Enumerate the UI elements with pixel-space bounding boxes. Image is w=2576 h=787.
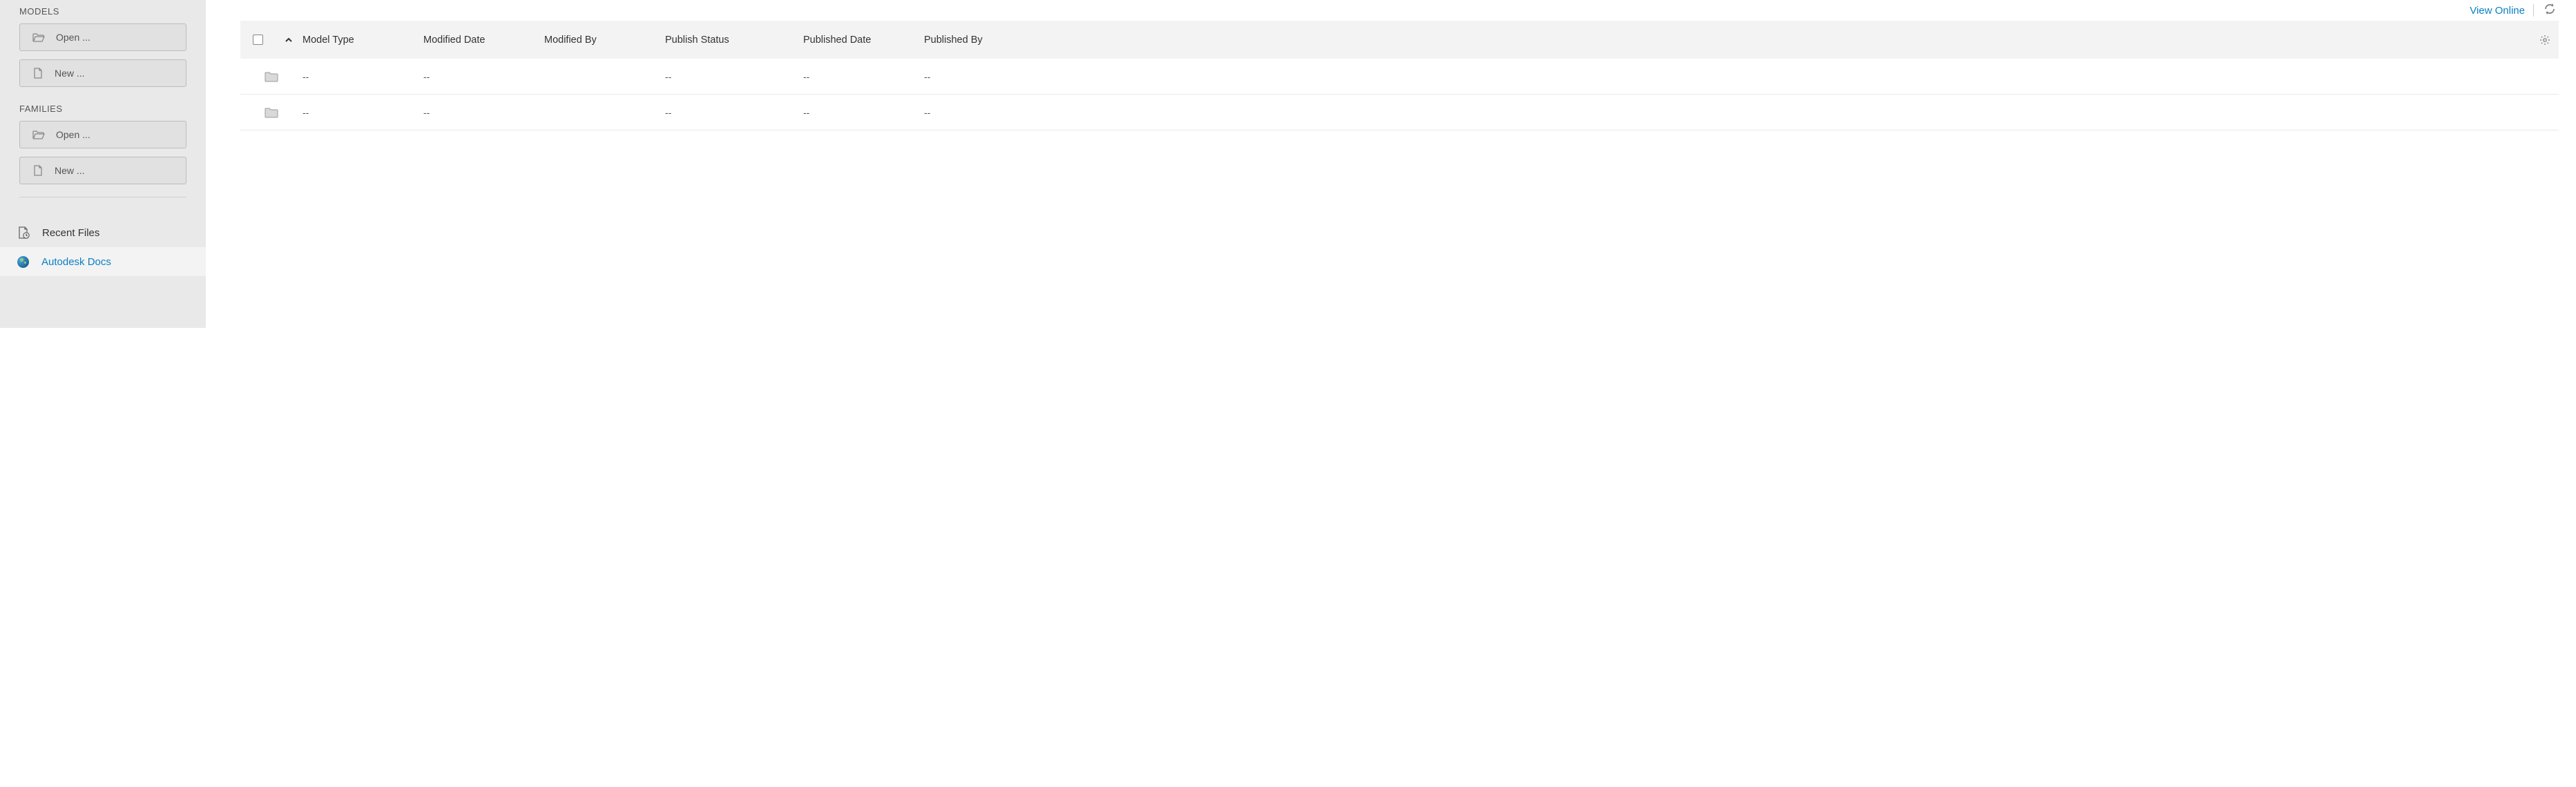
gear-icon [2539,35,2550,46]
col-modified-by[interactable]: Modified By [544,35,665,46]
new-family-label: New ... [55,165,85,176]
main-content: View Online Model Type Modified Date Mod… [206,0,2576,328]
globe-icon [17,256,29,268]
cell-published-by: -- [924,107,2531,118]
col-model-type[interactable]: Model Type [302,35,423,46]
collapse-all-button[interactable] [275,35,302,45]
checkbox-icon [253,35,263,45]
refresh-button[interactable] [2541,0,2559,21]
cell-model-type: -- [302,107,423,118]
chevron-up-icon [284,35,294,45]
cell-published-date: -- [803,107,924,118]
cell-publish-status: -- [665,71,803,82]
col-modified-date[interactable]: Modified Date [423,35,544,46]
open-model-button[interactable]: Open ... [19,23,186,51]
document-icon [32,68,44,79]
section-header-models: MODELS [0,3,206,23]
folder-icon [265,107,278,118]
nav-autodesk-docs[interactable]: Autodesk Docs [0,247,206,276]
sidebar: MODELS Open ... New ... FAMILIES Open ..… [0,0,206,328]
cell-model-type: -- [302,71,423,82]
open-model-label: Open ... [56,32,90,43]
select-all-cell[interactable] [240,35,275,45]
new-family-button[interactable]: New ... [19,157,186,184]
folder-open-icon [32,32,45,42]
document-icon [32,165,44,176]
col-published-by[interactable]: Published By [924,35,2531,46]
cell-publish-status: -- [665,107,803,118]
table-header: Model Type Modified Date Modified By Pub… [240,21,2559,59]
col-publish-status[interactable]: Publish Status [665,35,803,46]
cell-modified-date: -- [423,107,544,118]
folder-icon [265,71,278,82]
column-settings-button[interactable] [2531,35,2559,46]
new-model-label: New ... [55,68,85,79]
nav-recent-files-label: Recent Files [42,227,99,239]
open-family-button[interactable]: Open ... [19,121,186,148]
cell-published-by: -- [924,71,2531,82]
section-header-families: FAMILIES [0,95,206,121]
cell-modified-date: -- [423,71,544,82]
table-row[interactable]: -- -- -- -- -- [240,59,2559,95]
nav-autodesk-docs-label: Autodesk Docs [41,256,111,268]
action-divider [2533,4,2534,17]
view-online-link[interactable]: View Online [2470,5,2533,17]
table-row[interactable]: -- -- -- -- -- [240,95,2559,130]
nav-recent-files[interactable]: Recent Files [0,218,206,247]
open-family-label: Open ... [56,129,90,140]
cell-published-date: -- [803,71,924,82]
folder-open-icon [32,130,45,139]
recent-files-icon [17,226,30,239]
new-model-button[interactable]: New ... [19,59,186,87]
refresh-icon [2544,3,2556,15]
top-actions: View Online [240,0,2559,21]
nav-list: Recent Files Autodesk Docs [0,218,206,276]
col-published-date[interactable]: Published Date [803,35,924,46]
